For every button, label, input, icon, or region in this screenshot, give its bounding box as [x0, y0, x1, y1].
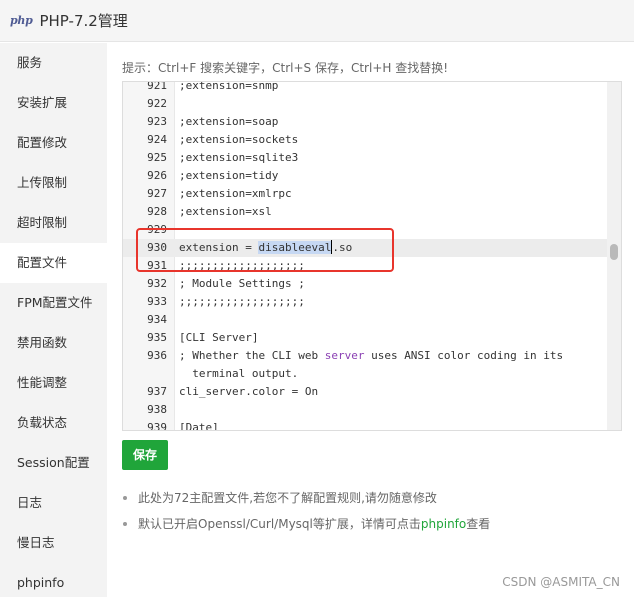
line-text: terminal output. [179, 367, 299, 380]
code-line[interactable]: 922 [123, 95, 621, 113]
window-title: PHP-7.2管理 [39, 12, 128, 30]
line-text: ; Module Settings ; [179, 277, 305, 290]
line-number: 939 [147, 421, 167, 431]
main-panel: 提示：Ctrl+F 搜索关键字，Ctrl+S 保存，Ctrl+H 查找替换! 9… [107, 43, 634, 597]
line-number: 935 [147, 331, 167, 344]
php-manager-window: php PHP-7.2管理 服务 安装扩展 配置修改 上传限制 超时限制 配置文… [0, 0, 634, 597]
sidebar-item-config-file[interactable]: 配置文件 [0, 243, 107, 283]
sidebar: 服务 安装扩展 配置修改 上传限制 超时限制 配置文件 FPM配置文件 禁用函数… [0, 43, 107, 597]
line-text: cli_server.color = On [179, 385, 319, 398]
sidebar-item-timeout-limit[interactable]: 超时限制 [0, 203, 107, 243]
sidebar-item-slow-log[interactable]: 慢日志 [0, 523, 107, 563]
line-number: 924 [147, 133, 167, 146]
line-text: ;extension=snmp [179, 81, 279, 92]
shortcut-hint: 提示：Ctrl+F 搜索关键字，Ctrl+S 保存，Ctrl+H 查找替换! [122, 61, 449, 75]
code-line[interactable]: 933;;;;;;;;;;;;;;;;;;; [123, 293, 621, 311]
line-number: 932 [147, 277, 167, 290]
line-text [171, 221, 179, 239]
code-line[interactable]: 929 [123, 221, 621, 239]
watermark: CSDN @ASMITA_CN [502, 575, 620, 589]
code-line[interactable]: 936 ; Whether the CLI web server uses ANS… [123, 347, 621, 365]
code-line[interactable]: 923 ;extension=soap [123, 113, 621, 131]
code-line[interactable]: 937 cli_server.color = On [123, 383, 621, 401]
line-number: 922 [147, 97, 167, 110]
line-text: ; Whether the CLI web server uses ANSI c… [171, 347, 563, 365]
line-text: [Date] [179, 421, 219, 431]
line-number: 928 [147, 205, 167, 218]
line-text: extension = disableeval.so [171, 239, 352, 257]
line-text: [CLI Server] [179, 331, 259, 344]
code-line[interactable]: 932 ; Module Settings ; [123, 275, 621, 293]
line-text: ;extension=sockets [179, 133, 299, 146]
code-line[interactable]: 927 ;extension=xmlrpc [123, 185, 621, 203]
notes-list: 此处为72主配置文件,若您不了解配置规则,请勿随意修改 默认已开启Openssl… [122, 488, 490, 540]
code-line[interactable]: 934 [123, 311, 621, 329]
line-number: 921 [147, 81, 167, 92]
line-text: ;;;;;;;;;;;;;;;;;;; [179, 259, 305, 272]
line-text [171, 311, 179, 329]
line-number: 929 [147, 223, 167, 236]
code-line[interactable]: 925 ;extension=sqlite3 [123, 149, 621, 167]
code-line[interactable]: 921 ;extension=snmp [123, 81, 621, 95]
sidebar-item-fpm-config-file[interactable]: FPM配置文件 [0, 283, 107, 323]
code-line[interactable]: 931;;;;;;;;;;;;;;;;;;; [123, 257, 621, 275]
sidebar-item-session-config[interactable]: Session配置 [0, 443, 107, 483]
editor-scrollbar[interactable] [607, 82, 621, 430]
line-text: ;extension=xmlrpc [179, 187, 292, 200]
line-text [171, 401, 179, 419]
sidebar-item-performance[interactable]: 性能调整 [0, 363, 107, 403]
code-line[interactable]: 924 ;extension=sockets [123, 131, 621, 149]
code-line-wrapped[interactable]: terminal output. [123, 365, 621, 383]
keyword-token: server [324, 349, 365, 362]
sidebar-item-disabled-functions[interactable]: 禁用函数 [0, 323, 107, 363]
line-text: ;extension=tidy [179, 169, 279, 182]
line-text-after: .so [332, 241, 353, 254]
sidebar-item-config-modify[interactable]: 配置修改 [0, 123, 107, 163]
php-logo-icon: php [10, 14, 33, 27]
list-item: 此处为72主配置文件,若您不了解配置规则,请勿随意修改 [122, 488, 490, 514]
save-button[interactable]: 保存 [122, 440, 168, 470]
code-line[interactable]: 938 [123, 401, 621, 419]
line-number: 938 [147, 403, 167, 416]
title-bar: php PHP-7.2管理 [0, 0, 634, 42]
line-text-after: uses ANSI color coding in its [364, 349, 564, 362]
line-text-before: extension = [179, 241, 259, 254]
line-text [171, 95, 179, 113]
line-number: 933 [147, 295, 167, 308]
line-text: ;extension=sqlite3 [179, 151, 299, 164]
line-number: 927 [147, 187, 167, 200]
sidebar-item-load-status[interactable]: 负载状态 [0, 403, 107, 443]
sidebar-item-install-extension[interactable]: 安装扩展 [0, 83, 107, 123]
line-number: 930 [147, 241, 167, 254]
line-number: 937 [147, 385, 167, 398]
code-lines[interactable]: 921 ;extension=snmp 922 923 ;extension=soa… [123, 81, 621, 431]
line-number: 923 [147, 115, 167, 128]
line-number: 926 [147, 169, 167, 182]
code-editor[interactable]: 921 ;extension=snmp 922 923 ;extension=soa… [122, 81, 622, 431]
phpinfo-link[interactable]: phpinfo [421, 517, 466, 531]
line-text: ;extension=xsl [179, 205, 272, 218]
line-number: 936 [147, 349, 167, 362]
sidebar-item-upload-limit[interactable]: 上传限制 [0, 163, 107, 203]
note-text-after: 查看 [466, 517, 491, 531]
note-text-before: 默认已开启Openssl/Curl/Mysql等扩展，详情可点击 [138, 517, 421, 531]
line-text-before: ; Whether the CLI web [179, 349, 325, 362]
line-number: 931 [147, 259, 167, 272]
code-line[interactable]: 926 ;extension=tidy [123, 167, 621, 185]
line-number [123, 365, 171, 383]
line-text: ;extension=soap [179, 115, 279, 128]
line-number: 934 [147, 313, 167, 326]
scrollbar-thumb[interactable] [610, 244, 618, 260]
sidebar-item-phpinfo[interactable]: phpinfo [0, 563, 107, 597]
code-line[interactable]: 935 [CLI Server] [123, 329, 621, 347]
line-number: 925 [147, 151, 167, 164]
sidebar-item-log[interactable]: 日志 [0, 483, 107, 523]
current-code-line[interactable]: 930 extension = disableeval.so [123, 239, 621, 257]
code-line[interactable]: 928 ;extension=xsl [123, 203, 621, 221]
code-line[interactable]: 939 [Date] [123, 419, 621, 431]
selected-text[interactable]: disableeval [258, 241, 332, 254]
list-item: 默认已开启Openssl/Curl/Mysql等扩展，详情可点击phpinfo查… [122, 514, 490, 540]
line-text: ;;;;;;;;;;;;;;;;;;; [179, 295, 305, 308]
sidebar-item-service[interactable]: 服务 [0, 43, 107, 83]
